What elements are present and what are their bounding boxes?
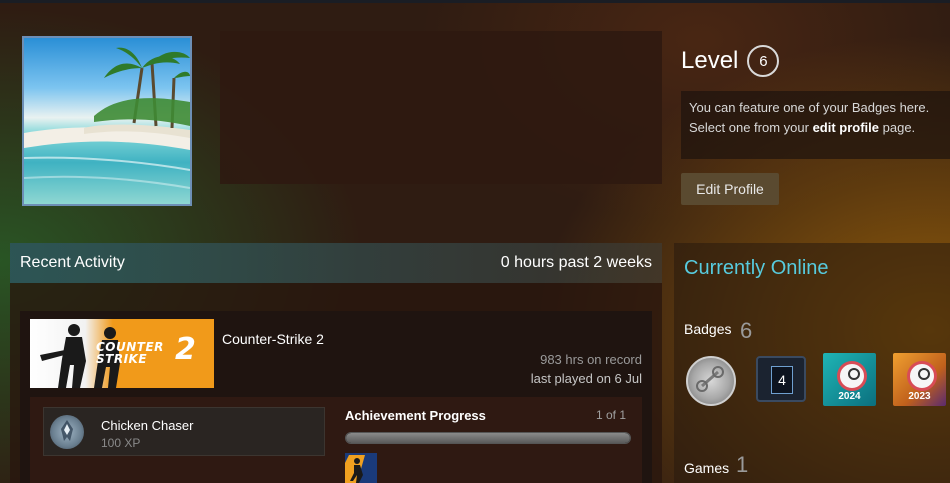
level-badge: 6 (747, 45, 780, 77)
achievement-progress-bar (345, 432, 631, 444)
feature-hint-line-1: You can feature one of your Badges here. (689, 100, 930, 115)
cs2-logo-line-2: STRIKE (96, 352, 148, 366)
steam-logo-icon (907, 361, 937, 391)
feature-hint-line-2: Select one from your edit profile page. (689, 118, 942, 138)
profile-summary-box (220, 31, 662, 184)
recent-activity-summary: 0 hours past 2 weeks (500, 254, 652, 271)
achievement-progress-count: 1 of 1 (596, 408, 627, 422)
feature-hint-text: Select one from your (689, 120, 813, 135)
link-chain-icon (696, 366, 724, 392)
edit-profile-button[interactable]: Edit Profile (681, 173, 779, 205)
recent-activity-header: Recent Activity 0 hours past 2 weeks (10, 243, 662, 283)
chicken-chaser-emblem-icon (61, 420, 73, 441)
game-name[interactable]: Counter-Strike 2 (222, 331, 324, 347)
steam-2024-badge-icon[interactable]: 2024 (823, 353, 876, 406)
counter-strike-achievement-icon (345, 453, 377, 483)
cs2-logo-number: 2 (175, 332, 196, 367)
recent-activity-title: Recent Activity (20, 254, 125, 271)
games-link[interactable]: Games (684, 460, 729, 476)
unlocked-achievement-icon[interactable] (345, 453, 377, 483)
edit-profile-link[interactable]: edit profile (813, 120, 879, 135)
achievement-name: Chicken Chaser (101, 418, 194, 433)
badges-link[interactable]: Badges (684, 321, 731, 337)
badge-year-2023: 2023 (908, 391, 931, 402)
game-last-played: last played on 6 Jul (530, 371, 642, 386)
games-count: 1 (736, 452, 749, 477)
level-badge-number: 4 (771, 366, 793, 394)
game-capsule-image[interactable]: COUNTER STRIKE 2 (30, 319, 214, 388)
badge-year-2024: 2024 (838, 391, 861, 402)
achievement-progress-title: Achievement Progress (345, 408, 486, 423)
cs2-logo-text: COUNTER STRIKE (96, 341, 164, 365)
achievement-xp: 100 XP (101, 436, 141, 450)
top-border (0, 0, 950, 3)
featured-badge-hint: You can feature one of your Badges here.… (681, 91, 950, 159)
silver-link-badge-icon[interactable] (686, 356, 736, 406)
online-status: Currently Online (684, 257, 829, 279)
level-label: Level (681, 47, 739, 74)
badges-count: 6 (740, 318, 753, 343)
steam-logo-icon (837, 361, 867, 391)
level-4-badge-icon[interactable]: 4 (756, 356, 806, 402)
feature-hint-text-end: page. (879, 120, 916, 135)
achievement-icon (50, 415, 84, 449)
beach-palm-image (24, 47, 190, 189)
game-hours: 983 hrs on record (540, 352, 642, 367)
steam-2023-badge-icon[interactable]: 2023 (893, 353, 946, 406)
profile-level: Level 6 (681, 45, 780, 77)
achievement-progress-fill (346, 433, 630, 443)
profile-avatar[interactable] (22, 36, 192, 206)
